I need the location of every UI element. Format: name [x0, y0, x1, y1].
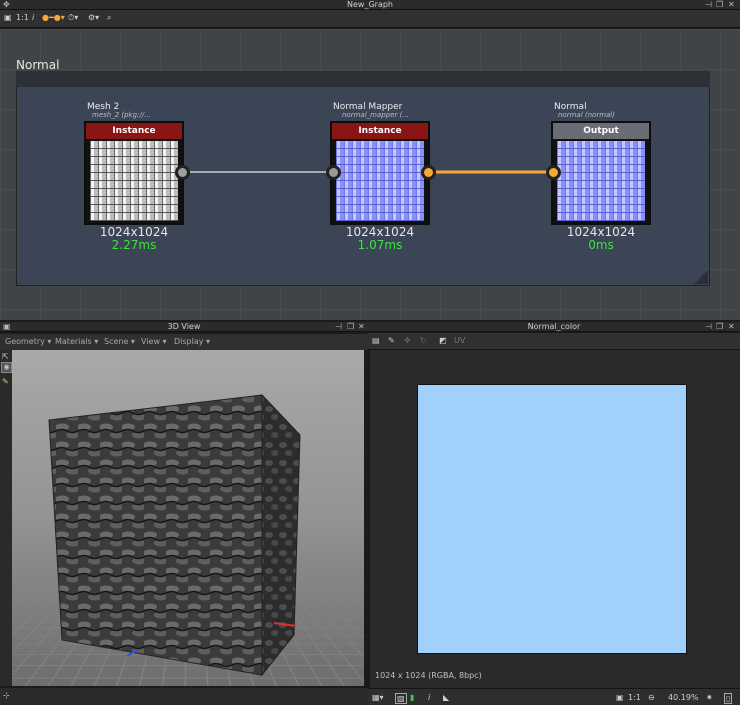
pin-icon[interactable]: ⊣ [335, 322, 342, 331]
exposure-icon[interactable]: ✷ [706, 693, 713, 702]
fit-view-icon[interactable]: ▣ [616, 693, 624, 702]
edit-icon[interactable]: ✎ [388, 336, 395, 345]
view3d-side-toolbar: ⇱ ◉ ✎ [0, 350, 12, 686]
output-port[interactable] [421, 165, 436, 180]
menu-scene[interactable]: Scene ▾ [104, 337, 135, 346]
node-normal-output[interactable]: Output [551, 121, 651, 225]
node-thumbnail [557, 141, 645, 221]
restore-icon[interactable]: ❐ [716, 322, 723, 331]
menu-display[interactable]: Display ▾ [174, 337, 210, 346]
node-time: 2.27ms [111, 238, 157, 252]
view3d-menubar: Geometry ▾ Materials ▾ Scene ▾ View ▾ Di… [0, 334, 368, 350]
menu-materials[interactable]: Materials ▾ [55, 337, 98, 346]
lock-icon[interactable]: ▯ [724, 693, 733, 704]
axis-icon: ⊹ [3, 691, 10, 700]
cube-mesh [48, 393, 301, 677]
camera-icon[interactable]: ◉ [1, 362, 12, 373]
image-toolbar: ▤ ✎ ✥ ↻ ◩ UV [368, 333, 740, 350]
node-resolution: 1024x1024 [566, 225, 636, 239]
node-header: Output [553, 123, 649, 139]
normal-color-image [417, 384, 687, 654]
input-port[interactable] [546, 165, 561, 180]
image-info: 1024 x 1024 (RGBA, 8bpc) [375, 671, 482, 680]
node-mesh-2[interactable]: Instance [84, 121, 184, 225]
zoom-out-icon[interactable]: ⊖ [648, 693, 655, 702]
zoom-level[interactable]: 40.19% [668, 693, 699, 702]
node-resolution: 1024x1024 [99, 225, 169, 239]
view3d-window-icon: ▣ [3, 322, 11, 331]
snapshot-icon[interactable]: ◩ [439, 336, 447, 345]
node-thumbnail [336, 141, 424, 221]
input-port[interactable] [326, 165, 341, 180]
uv-button[interactable]: UV [454, 336, 465, 345]
channels-icon[interactable]: ▦▾ [372, 693, 384, 702]
node-normal-mapper[interactable]: Instance [330, 121, 430, 225]
node-thumbnail [90, 141, 178, 221]
node-subtitle: normal (normal) [558, 111, 615, 119]
view3d-footer: ⊹ [0, 688, 368, 705]
menu-geometry[interactable]: Geometry ▾ [5, 337, 51, 346]
checker-icon[interactable]: ▧ [395, 693, 407, 704]
image-tool-icon[interactable]: ▤ [372, 336, 380, 345]
cube-side-face [261, 393, 301, 677]
node-resolution: 1024x1024 [345, 225, 415, 239]
menu-view[interactable]: View ▾ [141, 337, 167, 346]
restore-icon[interactable]: ❐ [347, 322, 354, 331]
export-icon[interactable]: ⇱ [2, 352, 9, 361]
move-icon: ✥ [404, 336, 411, 345]
node-subtitle: normal_mapper (... [342, 111, 409, 119]
node-time: 1.07ms [357, 238, 403, 252]
node-time: 0ms [588, 238, 614, 252]
zoom-1-1-button[interactable]: 1:1 [628, 693, 641, 702]
info-icon[interactable]: i [428, 693, 430, 702]
node-header: Instance [86, 123, 182, 139]
viewport-3d[interactable] [12, 350, 364, 686]
node-subtitle: mesh_2 (pkg://... [92, 111, 151, 119]
output-port[interactable] [175, 165, 190, 180]
view3d-title: 3D View [167, 322, 201, 331]
node-header: Instance [332, 123, 428, 139]
view3d-titlebar: 3D View [0, 322, 368, 332]
cube-front-face [48, 394, 263, 676]
close-icon[interactable]: ✕ [728, 322, 735, 331]
image-titlebar: Normal_color [368, 322, 740, 332]
histogram-icon[interactable]: ◣ [443, 693, 449, 702]
close-icon[interactable]: ✕ [358, 322, 365, 331]
image-statusbar: ▦▾ ▧ ▮ i ◣ ▣ 1:1 ⊖ 40.19% ✷ ▯ [368, 688, 740, 705]
image-title: Normal_color [527, 322, 581, 331]
light-icon[interactable]: ✎ [2, 377, 9, 386]
rotate-icon: ↻ [420, 336, 427, 345]
color-mode-icon[interactable]: ▮ [410, 693, 414, 702]
pin-icon[interactable]: ⊣ [705, 322, 712, 331]
